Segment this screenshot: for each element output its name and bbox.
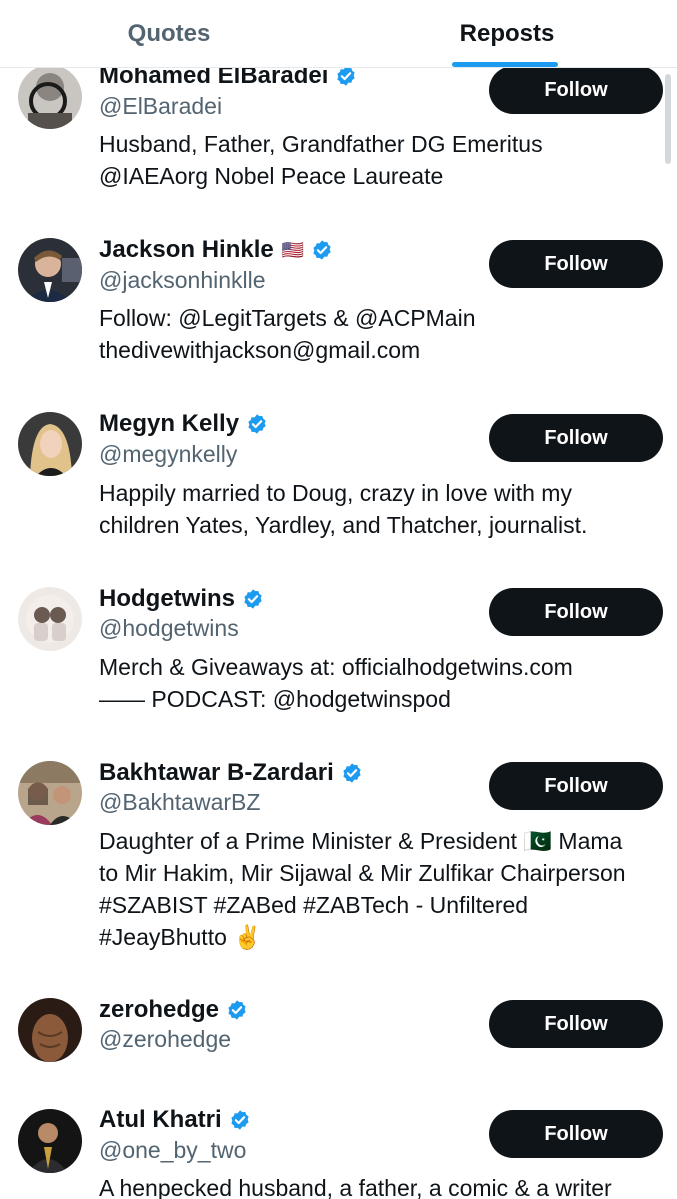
bio-line: Merch & Giveaways at: officialhodgetwins… <box>99 654 573 680</box>
follow-button[interactable]: Follow <box>489 762 663 810</box>
avatar[interactable] <box>18 238 82 302</box>
avatar[interactable] <box>18 587 82 651</box>
follow-button[interactable]: Follow <box>489 414 663 462</box>
user-bio: Happily married to Doug, crazy in love w… <box>99 477 667 541</box>
user-bio: Follow: @LegitTargets & @ACPMain thedive… <box>99 302 667 366</box>
verified-badge-icon <box>335 65 357 87</box>
follow-button[interactable]: Follow <box>489 588 663 636</box>
verified-badge-icon <box>242 588 264 610</box>
verified-badge-icon <box>341 762 363 784</box>
follow-button[interactable]: Follow <box>489 1000 663 1048</box>
verified-badge-icon <box>226 999 248 1021</box>
user-bio: Daughter of a Prime Minister & President… <box>99 825 667 953</box>
avatar[interactable] <box>18 412 82 476</box>
user-handle[interactable]: @ElBaradei <box>99 93 222 120</box>
tab-reposts[interactable]: Reposts <box>338 0 676 68</box>
tab-bar: Quotes Reposts <box>0 0 677 68</box>
follow-button[interactable]: Follow <box>489 1110 663 1158</box>
avatar[interactable] <box>18 65 82 129</box>
flag-icon: 🇺🇸 <box>281 239 305 260</box>
user-handle[interactable]: @megynkelly <box>99 441 237 468</box>
bio-line: —— PODCAST: @hodgetwinspod <box>99 686 451 712</box>
active-tab-indicator <box>452 62 558 67</box>
user-name[interactable]: Hodgetwins <box>99 585 235 613</box>
follow-button[interactable]: Follow <box>489 66 663 114</box>
user-handle[interactable]: @hodgetwins <box>99 615 239 642</box>
avatar[interactable] <box>18 998 82 1062</box>
bio-line: Husband, Father, Grandfather DG Emeritus <box>99 131 543 157</box>
verified-badge-icon <box>229 1109 251 1131</box>
user-name[interactable]: Atul Khatri <box>99 1106 222 1134</box>
avatar[interactable] <box>18 1109 82 1173</box>
verified-badge-icon <box>246 413 268 435</box>
user-name[interactable]: zerohedge <box>99 996 219 1024</box>
user-handle[interactable]: @BakhtawarBZ <box>99 789 260 816</box>
verified-badge-icon <box>311 239 333 261</box>
user-name[interactable]: Megyn Kelly <box>99 410 239 438</box>
tab-quotes[interactable]: Quotes <box>0 0 338 68</box>
user-list: Mohamed ElBaradei @ElBaradei Husband, Fa… <box>0 0 677 1199</box>
user-name[interactable]: Bakhtawar B-Zardari <box>99 759 334 787</box>
bio-line: to Mir Hakim, Mir Sijawal & Mir Zulfikar… <box>99 860 626 886</box>
bio-line: Follow: @LegitTargets & @ACPMain <box>99 305 476 331</box>
bio-line: #SZABIST #ZABed #ZABTech - Unfiltered <box>99 892 529 918</box>
bio-line: Daughter of a Prime Minister & President… <box>99 828 623 854</box>
avatar[interactable] <box>18 761 82 825</box>
user-name[interactable]: Jackson Hinkle <box>99 236 274 264</box>
user-handle[interactable]: @one_by_two <box>99 1137 246 1164</box>
user-handle[interactable]: @jacksonhinklle <box>99 267 266 294</box>
follow-button[interactable]: Follow <box>489 240 663 288</box>
bio-line: children Yates, Yardley, and Thatcher, j… <box>99 512 588 538</box>
bio-line: @IAEAorg Nobel Peace Laureate <box>99 163 444 189</box>
user-handle[interactable]: @zerohedge <box>99 1026 231 1053</box>
bio-line: #JeayBhutto ✌️ <box>99 924 262 950</box>
scrollbar[interactable] <box>665 74 671 164</box>
user-bio: A henpecked husband, a father, a comic &… <box>99 1172 667 1199</box>
user-bio: Husband, Father, Grandfather DG Emeritus… <box>99 128 667 192</box>
bio-line: A henpecked husband, a father, a comic &… <box>99 1175 612 1199</box>
bio-line: thedivewithjackson@gmail.com <box>99 337 421 363</box>
user-bio: Merch & Giveaways at: officialhodgetwins… <box>99 651 667 715</box>
bio-line: Happily married to Doug, crazy in love w… <box>99 480 572 506</box>
